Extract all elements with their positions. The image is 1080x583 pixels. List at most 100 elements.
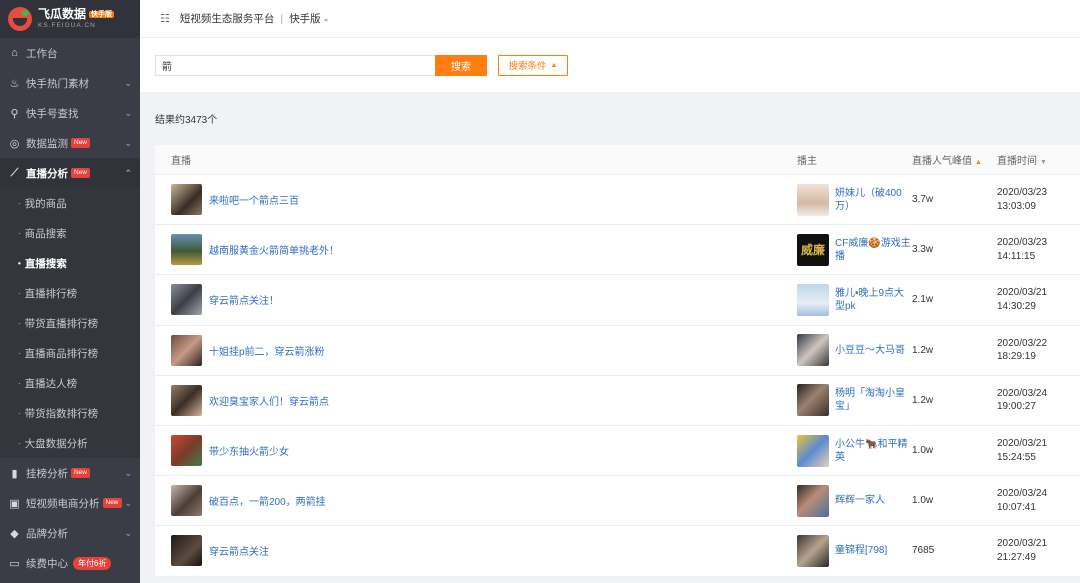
host-name[interactable]: 妍妹儿（破400万） [835, 187, 912, 213]
sidebar-subitem-live-influencer-ranking[interactable]: · 直播达人榜 [0, 368, 140, 398]
sidebar-item-data-monitor[interactable]: ◎ 数据监测 New ⌄ [0, 128, 140, 158]
new-badge: New [71, 138, 91, 148]
popularity-value: 1.0w [912, 445, 934, 457]
live-thumbnail[interactable] [171, 284, 202, 316]
sidebar-subitem-sales-index-ranking[interactable]: · 带货指数排行榜 [0, 398, 140, 428]
table-row: 破百点，一箭200，两箭挂 辉辉一家人 1.0w 2020/03/24 10:07… [155, 476, 1080, 527]
avatar[interactable] [797, 334, 829, 367]
live-thumbnail[interactable] [171, 234, 202, 266]
table-row: 穿云箭点关注 童锦程[798] 7685 2020/03/21 21:27:49 [155, 526, 1080, 577]
brand-name: 飞瓜数据 [38, 7, 87, 22]
chevron-down-icon[interactable]: ⌄ [323, 14, 330, 23]
chevron-down-icon: ⌄ [124, 497, 132, 508]
live-time: 2020/03/22 18:29:19 [997, 337, 1048, 363]
live-time: 2020/03/24 10:07:41 [997, 488, 1048, 513]
live-thumbnail[interactable] [171, 435, 202, 467]
table-header: 直播 播主 直播人气峰值 ▲ 直播时间 ▼ [155, 145, 1080, 175]
live-title[interactable]: 越南服黄金火箭简单挑老外！ [209, 242, 339, 257]
live-title[interactable]: 破百点，一箭200，两箭挂 [209, 493, 326, 508]
live-title[interactable]: 十姐挂p前二，穿云箭涨粉 [209, 343, 325, 358]
host-name[interactable]: 小豆豆～大马哥 [835, 344, 912, 357]
sidebar-subitem-my-products[interactable]: · 我的商品 [0, 188, 140, 218]
flame-icon: ♨ [9, 77, 20, 90]
version-switcher[interactable]: 快手版 [289, 11, 321, 26]
sidebar-item-account-search[interactable]: ⚲ 快手号查找 ⌄ [0, 98, 140, 128]
watermelon-logo-icon [8, 7, 32, 31]
brand-logo[interactable]: 飞瓜数据 快手版 KS.FEIGUA.CN [0, 0, 140, 38]
diamond-icon: ◆ [10, 527, 19, 540]
avatar[interactable] [797, 384, 829, 417]
sidebar-item-list-analysis[interactable]: ▮ 挂榜分析 New ⌄ [0, 458, 140, 488]
live-title[interactable]: 来啦吧一个箭点三百 [209, 192, 299, 207]
live-time: 2020/03/23 13:03:09 [997, 187, 1048, 212]
results-table: 直播 播主 直播人气峰值 ▲ 直播时间 ▼ 来啦吧一个箭点三百 妍妹儿（破400万）… [155, 145, 1080, 577]
live-thumbnail[interactable] [171, 334, 202, 366]
column-header-live: 直播 [171, 156, 191, 167]
host-name[interactable]: 雅儿•晚上9点大型pk [835, 287, 912, 313]
host-name[interactable]: 童锦程[798] [835, 544, 912, 557]
search-panel: 箭 搜索 搜索条件 ▲ [140, 38, 1080, 92]
search-conditions-button[interactable]: 搜索条件 ▲ [498, 54, 568, 76]
column-header-popularity[interactable]: 直播人气峰值 ▲ [912, 152, 997, 167]
live-time: 2020/03/21 21:27:49 [997, 538, 1048, 563]
home-icon: ⌂ [11, 47, 18, 59]
sidebar-subitem-live-product-ranking[interactable]: · 直播商品排行榜 [0, 338, 140, 368]
sidebar-item-renewal-center[interactable]: ▭ 续费中心 年付6折 [0, 548, 140, 578]
live-title[interactable]: 带少东抽火箭少女 [209, 443, 289, 458]
live-title[interactable]: 欢迎臭宝家人们！穿云箭点 [209, 393, 329, 408]
avatar[interactable] [797, 283, 829, 316]
sidebar-subitem-live-ranking[interactable]: · 直播排行榜 [0, 278, 140, 308]
table-row: 十姐挂p前二，穿云箭涨粉 小豆豆～大马哥 1.2w 2020/03/22 18:2… [155, 326, 1080, 376]
avatar[interactable] [797, 183, 829, 216]
chevron-up-icon: ⌃ [124, 167, 132, 178]
live-thumbnail[interactable] [171, 384, 202, 416]
new-badge: New [71, 168, 91, 178]
sidebar-item-workbench[interactable]: ⌂ 工作台 [0, 38, 140, 68]
live-time: 2020/03/21 15:24:55 [997, 438, 1048, 463]
avatar[interactable]: 威廉 [797, 233, 829, 266]
column-header-time[interactable]: 直播时间 ▼ [997, 152, 1080, 167]
chevron-down-icon: ⌄ [124, 467, 132, 478]
sidebar-subitem-live-search[interactable]: • 直播搜索 [0, 248, 140, 278]
live-time: 2020/03/24 19:00:27 [997, 387, 1048, 413]
new-badge: New [71, 468, 91, 478]
sidebar: 飞瓜数据 快手版 KS.FEIGUA.CN ⌂ 工作台 ♨ 快手热门素材 ⌄ ⚲… [0, 0, 140, 583]
sidebar-item-brand-analysis[interactable]: ◆ 品牌分析 ⌄ [0, 518, 140, 548]
search-button[interactable]: 搜索 [435, 54, 487, 76]
bag-icon: ▣ [9, 497, 20, 510]
sidebar-subitem-market-analysis[interactable]: · 大盘数据分析 [0, 428, 140, 458]
live-title[interactable]: 穿云箭点关注 [209, 543, 269, 558]
live-title[interactable]: 穿云箭点关注！ [209, 292, 279, 307]
search-input[interactable]: 箭 [155, 54, 435, 76]
popularity-value: 2.1w [912, 294, 934, 306]
discount-badge: 年付6折 [73, 556, 112, 570]
avatar[interactable] [797, 484, 829, 517]
platform-title: 短视频生态服务平台 [179, 13, 275, 25]
sidebar-subitem-product-search[interactable]: · 商品搜索 [0, 218, 140, 248]
menu-toggle-icon[interactable]: ☷ [160, 12, 170, 25]
sidebar-item-live-analysis[interactable]: ⟋ 直播分析 New ⌃ [0, 158, 140, 188]
sidebar-item-ecommerce-analysis[interactable]: ▣ 短视频电商分析 New ⌄ [0, 488, 140, 518]
trend-icon: ⟋ [10, 166, 19, 179]
live-time: 2020/03/21 14:30:29 [997, 287, 1048, 312]
table-row: 带少东抽火箭少女 小公牛🐂和平精英 1.0w 2020/03/21 15:24:5… [155, 426, 1080, 477]
sidebar-subitem-sales-live-ranking[interactable]: · 带货直播排行榜 [0, 308, 140, 338]
card-icon: ▭ [9, 557, 20, 570]
host-name[interactable]: 辉辉一家人 [835, 494, 912, 507]
live-thumbnail[interactable] [171, 485, 202, 517]
avatar[interactable] [797, 534, 829, 567]
top-bar: ☷ 短视频生态服务平台 | 快手版 ⌄ [140, 0, 1080, 38]
host-name[interactable]: 小公牛🐂和平精英 [835, 438, 912, 464]
host-name[interactable]: CF威廉🍪游戏主播 [835, 237, 912, 263]
brand-badge: 快手版 [89, 10, 115, 19]
avatar[interactable] [797, 434, 829, 467]
sidebar-item-hot-material[interactable]: ♨ 快手热门素材 ⌄ [0, 68, 140, 98]
popularity-value: 3.7w [912, 194, 934, 206]
bar-chart-icon: ▮ [11, 467, 18, 480]
live-thumbnail[interactable] [171, 535, 202, 567]
new-badge: New [102, 498, 122, 508]
host-name[interactable]: 杨明「淘淘小皇宝」 [835, 387, 912, 413]
search-icon: ⚲ [10, 107, 19, 120]
live-thumbnail[interactable] [171, 184, 202, 216]
chevron-down-icon: ⌄ [124, 527, 132, 538]
